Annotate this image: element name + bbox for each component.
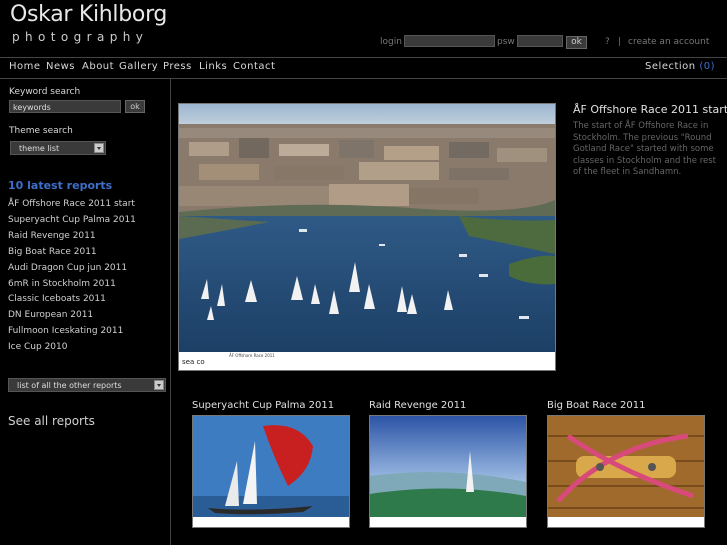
chevron-down-icon <box>94 143 104 153</box>
report-link[interactable]: DN European 2011 <box>8 310 93 320</box>
password-label: psw <box>497 37 515 47</box>
caption-logo: sea co <box>182 358 205 366</box>
theme-select-value: theme list <box>19 144 60 153</box>
thumb-photo[interactable] <box>192 415 350 528</box>
report-link[interactable]: Fullmoon Iceskating 2011 <box>8 326 123 336</box>
nav-news[interactable]: News <box>46 61 75 72</box>
theme-search-heading: Theme search <box>9 126 73 136</box>
keyword-search-input[interactable]: keywords <box>9 100 121 113</box>
keyword-search-ok-button[interactable]: ok <box>125 100 145 113</box>
create-account-link[interactable]: create an account <box>628 35 709 49</box>
report-link[interactable]: Ice Cup 2010 <box>8 342 67 352</box>
site-logo-tagline: photography <box>12 30 149 44</box>
nav-contact[interactable]: Contact <box>233 61 275 72</box>
latest-reports-heading: 10 latest reports <box>8 179 113 192</box>
feature-title[interactable]: ÅF Offshore Race 2011 start <box>573 103 727 116</box>
main-nav: Home News About Gallery Press Links Cont… <box>0 57 727 79</box>
login-label: login <box>380 37 402 47</box>
nav-home[interactable]: Home <box>9 61 41 72</box>
keyword-search-heading: Keyword search <box>9 87 81 97</box>
nav-press[interactable]: Press <box>163 61 192 72</box>
report-link[interactable]: Classic Iceboats 2011 <box>8 294 106 304</box>
other-reports-select-value: list of all the other reports <box>17 381 122 390</box>
selection-count: (0) <box>699 61 715 72</box>
report-link[interactable]: Big Boat Race 2011 <box>8 247 97 257</box>
theme-select[interactable]: theme list <box>10 141 106 155</box>
login-input[interactable] <box>404 35 495 47</box>
nav-links[interactable]: Links <box>199 61 227 72</box>
nav-gallery[interactable]: Gallery <box>119 61 158 72</box>
thumb-photo[interactable] <box>369 415 527 528</box>
report-link[interactable]: Superyacht Cup Palma 2011 <box>8 215 136 225</box>
site-logo-title[interactable]: Oskar Kihlborg <box>10 2 167 27</box>
sidebar-divider <box>170 78 171 545</box>
chevron-down-icon <box>154 380 164 390</box>
selection-label: Selection <box>645 61 696 72</box>
feature-photo[interactable]: sea co ÅF Offshore Race 2011 <box>178 103 556 371</box>
see-all-reports-link[interactable]: See all reports <box>8 414 95 428</box>
link-separator: | <box>618 37 622 47</box>
feature-description: The start of ÅF Offshore Race in Stockho… <box>573 121 717 177</box>
caption-title: ÅF Offshore Race 2011 <box>229 353 275 358</box>
login-ok-button[interactable]: ok <box>566 36 587 49</box>
thumb-title[interactable]: Big Boat Race 2011 <box>547 400 646 411</box>
nav-about[interactable]: About <box>82 61 114 72</box>
report-link[interactable]: Raid Revenge 2011 <box>8 231 96 241</box>
report-link[interactable]: Audi Dragon Cup jun 2011 <box>8 263 127 273</box>
password-input[interactable] <box>517 35 563 47</box>
report-link[interactable]: ÅF Offshore Race 2011 start <box>8 199 135 209</box>
report-link[interactable]: 6mR in Stockholm 2011 <box>8 279 116 289</box>
help-link[interactable]: ? <box>605 35 610 49</box>
thumb-photo[interactable] <box>547 415 705 528</box>
other-reports-select[interactable]: list of all the other reports <box>8 378 166 392</box>
thumb-title[interactable]: Raid Revenge 2011 <box>369 400 466 411</box>
thumb-title[interactable]: Superyacht Cup Palma 2011 <box>192 400 334 411</box>
selection-link[interactable]: Selection (0) <box>645 61 715 72</box>
